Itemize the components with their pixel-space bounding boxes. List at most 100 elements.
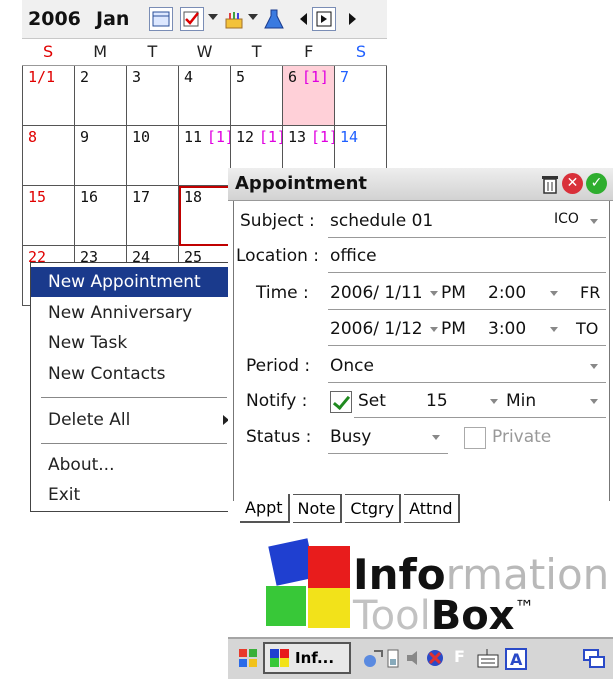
menu-item-about[interactable]: About... <box>31 450 235 480</box>
field-underline <box>328 237 606 238</box>
start-date-field[interactable]: 2006/ 1/11 <box>330 283 423 303</box>
chevron-down-icon[interactable] <box>590 219 598 224</box>
start-windows-icon[interactable] <box>236 646 260 674</box>
menu-item-new-task[interactable]: New Task <box>31 328 235 358</box>
chevron-down-icon[interactable] <box>590 399 598 404</box>
chevron-down-icon[interactable] <box>590 364 598 369</box>
trash-icon[interactable] <box>540 173 560 199</box>
logo-text-toolbox: ToolBox™ <box>353 593 535 639</box>
menu-item-new-anniversary[interactable]: New Anniversary <box>31 298 235 328</box>
private-checkbox[interactable] <box>464 427 486 449</box>
close-icon[interactable]: ✕ <box>562 173 583 194</box>
end-tag: TO <box>576 319 599 338</box>
chevron-down-icon[interactable] <box>550 327 558 332</box>
field-underline <box>328 309 606 310</box>
menu-divider <box>41 397 227 398</box>
start-time-field[interactable]: 2:00 <box>488 283 526 303</box>
sync-icon[interactable] <box>424 647 446 673</box>
chevron-down-icon[interactable] <box>208 14 218 20</box>
day-number: 11 <box>184 128 203 146</box>
chevron-down-icon[interactable] <box>490 399 498 404</box>
flask-icon[interactable] <box>262 7 286 31</box>
day-number: 5 <box>236 68 246 86</box>
menu-item-exit[interactable]: Exit <box>31 480 235 510</box>
field-underline <box>328 382 606 383</box>
calendar-day-cell[interactable]: 2 <box>75 66 127 126</box>
text-input-icon[interactable]: A <box>504 647 528 675</box>
calendar-day-cell[interactable]: 9 <box>75 126 127 186</box>
menu-item-new-appointment[interactable]: New Appointment <box>31 267 235 297</box>
calendar-day-cell[interactable]: 15 <box>23 186 75 246</box>
end-ampm-field[interactable]: PM <box>441 319 466 339</box>
notify-checkbox[interactable] <box>330 391 352 413</box>
tab-attnd[interactable]: Attnd <box>404 494 460 523</box>
logo-red-square <box>308 546 350 588</box>
tab-appt[interactable]: Appt <box>240 494 290 523</box>
day-number: 15 <box>28 188 47 206</box>
calendar-day-cell[interactable]: 6 [1] <box>283 66 335 126</box>
month-label[interactable]: Jan <box>96 8 129 30</box>
field-underline <box>328 453 448 454</box>
chevron-down-icon[interactable] <box>248 14 258 20</box>
taskbar-app-button[interactable]: Inf... <box>263 642 351 674</box>
event-count-badge: [1] <box>301 68 329 86</box>
menu-item-delete-all[interactable]: Delete All <box>31 405 235 435</box>
chevron-down-icon[interactable] <box>430 291 438 296</box>
calendar-day-cell[interactable]: 3 <box>127 66 179 126</box>
day-number: 16 <box>80 188 99 206</box>
taskbar: Inf... F A <box>228 637 613 679</box>
battery-icon[interactable] <box>386 647 400 673</box>
calendar-day-cell[interactable]: 8 <box>23 126 75 186</box>
calendar-day-cell[interactable]: 4 <box>179 66 231 126</box>
calendar-day-cell[interactable]: 10 <box>127 126 179 186</box>
location-input[interactable]: office <box>330 246 377 266</box>
menu-item-new-contacts[interactable]: New Contacts <box>31 359 235 389</box>
window-switch-icon[interactable] <box>582 647 606 675</box>
calendar-day-cell[interactable]: 11 [1] <box>179 126 231 186</box>
calendar-day-cell[interactable]: 18 <box>179 186 231 246</box>
weekday-label: T <box>251 42 262 61</box>
cake-icon[interactable] <box>222 7 246 31</box>
volume-icon[interactable] <box>404 647 424 673</box>
end-date-field[interactable]: 2006/ 1/12 <box>330 319 423 339</box>
start-tag: FR <box>580 283 601 302</box>
ok-check-icon[interactable]: ✓ <box>586 173 607 194</box>
day-number: 9 <box>80 128 90 146</box>
tab-note[interactable]: Note <box>292 494 343 523</box>
end-time-field[interactable]: 3:00 <box>488 319 526 339</box>
subject-input[interactable]: schedule 01 <box>330 211 433 231</box>
calendar-day-cell[interactable]: 1/1 <box>23 66 75 126</box>
notify-amount-field[interactable]: 15 <box>426 391 448 411</box>
year-label[interactable]: 2006 <box>28 8 81 30</box>
calendar-day-cell[interactable]: 16 <box>75 186 127 246</box>
task-check-icon[interactable] <box>180 7 204 31</box>
weekday-header: S M T W T F S <box>22 39 387 66</box>
goto-icon[interactable] <box>312 7 336 31</box>
taskbar-app-label: Inf... <box>295 649 335 667</box>
calendar-day-cell[interactable]: 5 <box>231 66 283 126</box>
chevron-down-icon[interactable] <box>430 327 438 332</box>
calendar-day-cell[interactable]: 17 <box>127 186 179 246</box>
connectivity-icon[interactable] <box>362 647 384 673</box>
menu-item-label: Delete All <box>48 410 131 430</box>
event-count-badge: [1] <box>310 128 334 146</box>
icon-select[interactable]: ICO <box>554 211 579 227</box>
appointment-form: Subject : schedule 01 ICO Location : off… <box>233 201 610 501</box>
notify-unit-select[interactable]: Min <box>506 391 536 411</box>
day-number: 18 <box>184 188 203 206</box>
day-number: 2 <box>80 68 90 86</box>
tab-ctgry[interactable]: Ctgry <box>345 494 402 523</box>
calendar-day-cell[interactable]: 7 <box>335 66 387 126</box>
keyboard-icon[interactable] <box>476 647 500 673</box>
private-label: Private <box>492 427 552 447</box>
calendar-icon[interactable] <box>149 7 173 31</box>
status-select[interactable]: Busy <box>330 427 371 447</box>
period-select[interactable]: Once <box>330 356 374 376</box>
chevron-down-icon[interactable] <box>550 291 558 296</box>
next-arrow-icon[interactable] <box>340 7 364 31</box>
weekday-label: S <box>355 42 366 61</box>
chevron-down-icon[interactable] <box>432 435 440 440</box>
title-bar: Appointment ✕ ✓ <box>228 168 613 201</box>
start-ampm-field[interactable]: PM <box>441 283 466 303</box>
subject-label: Subject : <box>240 211 315 231</box>
